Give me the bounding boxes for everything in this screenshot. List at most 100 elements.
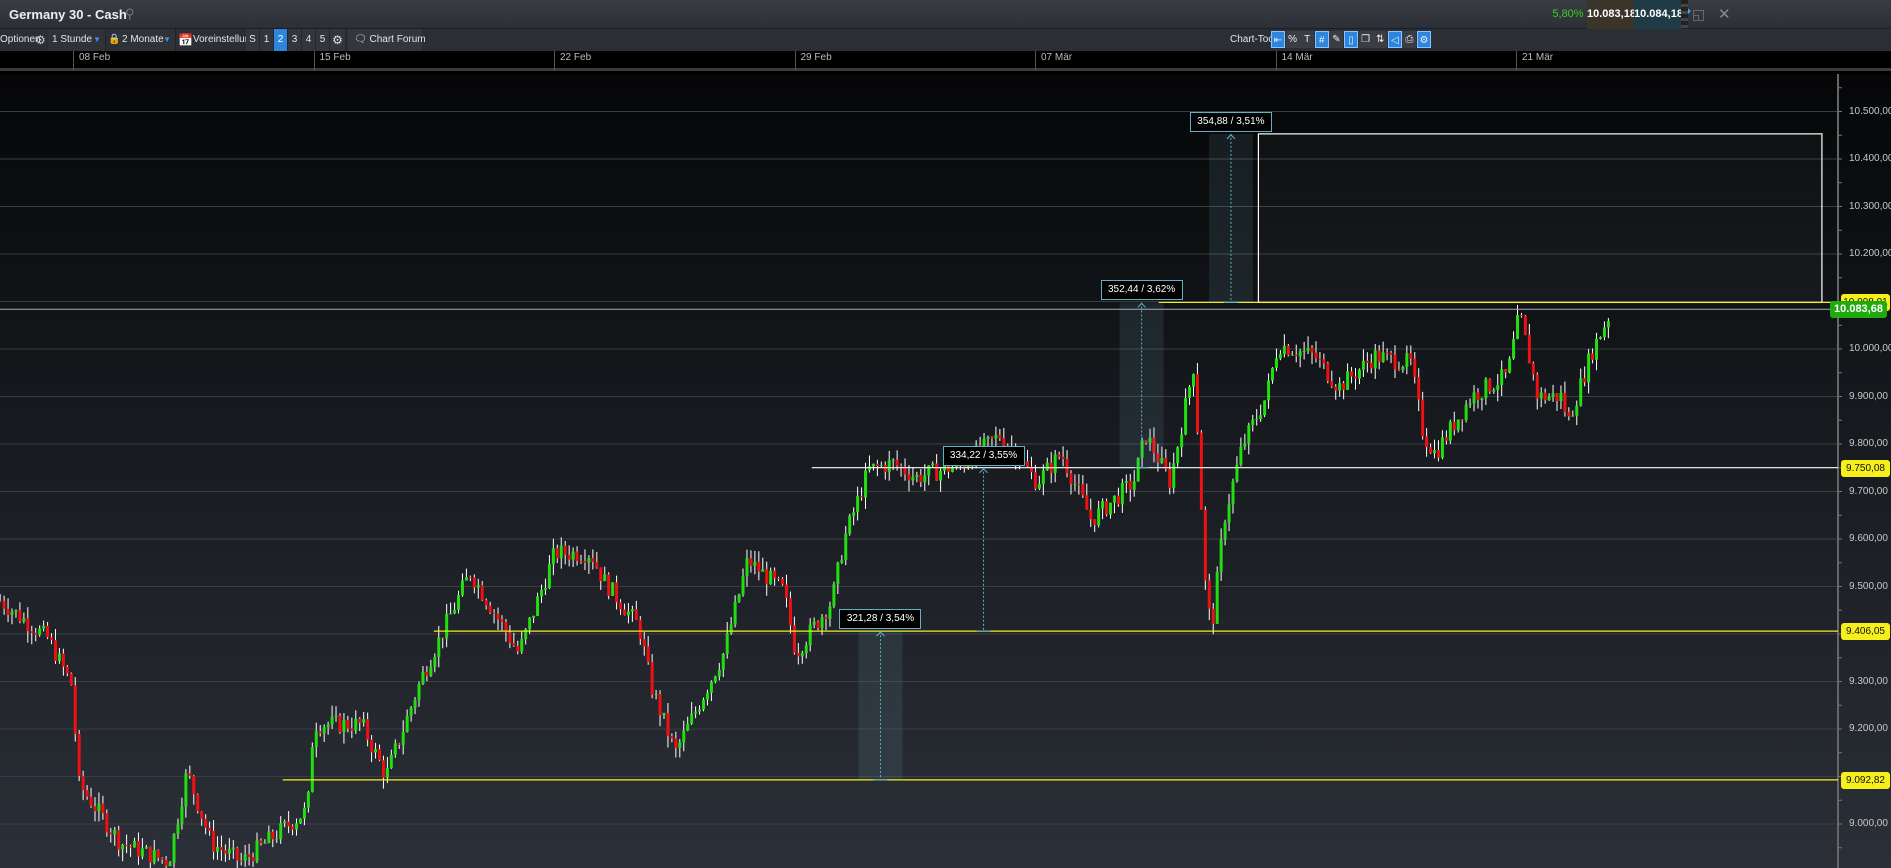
candle-down: [883, 464, 887, 472]
candle-up: [421, 671, 425, 684]
candle-down: [381, 760, 385, 778]
y-tick-label: 9.200,00: [1849, 723, 1888, 734]
candle-down: [1033, 472, 1037, 489]
candle-up: [267, 831, 271, 843]
candle-up: [429, 667, 433, 676]
settings-draw-icon[interactable]: ⚙: [1417, 31, 1431, 48]
candle-up: [295, 823, 299, 830]
candle-up: [705, 692, 709, 700]
preset-slot-2[interactable]: 2: [274, 29, 288, 51]
preset-slot-1[interactable]: 1: [260, 29, 274, 51]
candle-down: [907, 474, 911, 481]
price-chart[interactable]: [0, 74, 1891, 868]
candle-up: [923, 475, 927, 483]
candle-down: [370, 739, 374, 753]
candle-up: [939, 470, 943, 481]
chart-forum-button[interactable]: 🗨 Chart Forum: [348, 29, 426, 51]
candle-down: [638, 619, 642, 639]
candle-up: [1231, 481, 1235, 505]
buy-price-button[interactable]: 10.084,18↱: [1634, 0, 1692, 29]
candle-down: [1350, 371, 1354, 377]
candle-down: [784, 584, 788, 598]
candle-down: [148, 846, 152, 863]
candle-down: [646, 646, 650, 663]
candle-icon[interactable]: ▯: [1344, 31, 1358, 48]
measurement-area: [858, 631, 903, 780]
print-icon[interactable]: ⎙: [1402, 31, 1417, 48]
candle-down: [204, 818, 208, 828]
candle-up: [1053, 454, 1057, 473]
measurement-label[interactable]: 352,44 / 3,62%: [1100, 280, 1183, 301]
y-tick-label: 9.300,00: [1849, 675, 1888, 687]
candle-up: [172, 834, 176, 863]
sell-price-button[interactable]: 10.083,18↳: [1587, 0, 1645, 29]
candle-down: [1444, 437, 1448, 441]
candle-up: [654, 693, 658, 695]
preset-slot-s[interactable]: S: [246, 29, 260, 51]
preset-slot-4[interactable]: 4: [302, 29, 316, 51]
candle-down: [895, 459, 899, 466]
measurement-label[interactable]: 354,88 / 3,51%: [1189, 111, 1272, 132]
candle-up: [717, 669, 721, 677]
candle-down: [1523, 315, 1527, 335]
candle-up: [97, 803, 101, 812]
gear-icon[interactable]: ⚙: [35, 29, 46, 51]
candle-up: [1373, 350, 1377, 369]
buy-price: 10.084,18: [1634, 8, 1683, 20]
candle-up: [1361, 360, 1365, 370]
candle-up: [547, 564, 551, 589]
measurement-label[interactable]: 334,22 / 3,55%: [942, 445, 1025, 466]
candle-down: [816, 621, 820, 629]
candle-down: [1081, 484, 1085, 496]
date-label: 08 Feb: [73, 51, 110, 71]
gear-icon[interactable]: ⚙: [330, 29, 346, 51]
candle-up: [113, 830, 117, 835]
indicator-icon[interactable]: ⇅: [1373, 31, 1388, 48]
candle-down: [650, 662, 654, 695]
percent-icon[interactable]: %: [1285, 31, 1300, 48]
candle-down: [85, 790, 89, 797]
text-size-icon[interactable]: T: [1300, 31, 1315, 48]
candle-up: [255, 840, 259, 862]
candle-up: [1255, 418, 1259, 420]
draw-grid-icon[interactable]: ✎: [1329, 31, 1344, 48]
candle-up: [1045, 462, 1049, 471]
candle-up: [836, 562, 840, 585]
calendar-icon[interactable]: 📅: [178, 29, 193, 51]
candle-up: [1263, 400, 1267, 416]
close-icon[interactable]: ✕: [1718, 5, 1731, 23]
candle-up: [532, 615, 536, 618]
interval-select[interactable]: 1 Stunde ▼: [48, 29, 106, 51]
candle-down: [318, 731, 322, 734]
search-icon[interactable]: ⚲: [125, 6, 135, 22]
grid-icon[interactable]: #: [1314, 31, 1329, 48]
candle-up: [42, 625, 46, 629]
preset-slot-5[interactable]: 5: [316, 29, 330, 51]
sell-price: 10.083,18: [1587, 8, 1636, 20]
detach-icon[interactable]: ◱: [1692, 6, 1705, 23]
preset-slot-3[interactable]: 3: [288, 29, 302, 51]
chevron-down-icon: ▼: [163, 35, 171, 44]
candle-up: [832, 584, 836, 607]
tag-icon[interactable]: ◁: [1387, 31, 1402, 48]
candle-down: [579, 561, 583, 563]
resize-handle[interactable]: [1681, 0, 1688, 29]
candle-up: [1500, 369, 1504, 386]
candle-up: [1120, 483, 1124, 505]
exit-icon[interactable]: ⇤: [1271, 31, 1285, 48]
candle-up: [445, 613, 449, 639]
chart-area[interactable]: 10.500,00 10.400,00 10.300,00 10.200,00 10.0…: [0, 74, 1891, 868]
candle-up: [864, 470, 868, 498]
candle-down: [496, 613, 500, 620]
candle-down: [208, 827, 212, 831]
candle-down: [105, 813, 109, 833]
measurement-label[interactable]: 321,28 / 3,54%: [839, 609, 922, 630]
candle-up: [879, 464, 883, 466]
candle-up: [1306, 347, 1310, 352]
candle-up: [38, 628, 42, 635]
candle-up: [630, 609, 634, 612]
windows-icon[interactable]: ❐: [1358, 31, 1373, 48]
range-select[interactable]: 2 Monate ▼: [118, 29, 176, 51]
candle-down: [1563, 392, 1567, 413]
candle-down: [1417, 376, 1421, 400]
